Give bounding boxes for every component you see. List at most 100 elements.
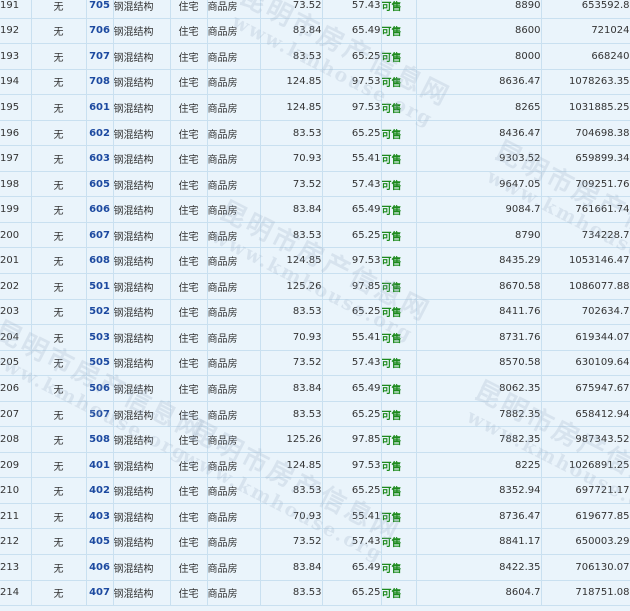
structure-cell: 钢混结构 — [113, 350, 171, 377]
table-row: 199 无 606 钢混结构 住宅 商品房 83.84 65.49 可售 9084.7 761661… — [0, 196, 630, 223]
room-number: 505 — [86, 350, 114, 377]
sale-status: 可售 — [381, 580, 417, 607]
building-area-cell: 70.93 — [260, 503, 323, 530]
unit-price-cell: 8736.47 — [416, 503, 542, 530]
unit-price-cell: 8436.47 — [416, 120, 542, 147]
room-number: 708 — [86, 69, 114, 96]
total-price-cell: 987343.52 — [541, 426, 630, 453]
table-row: 213 无 406 钢混结构 住宅 商品房 83.84 65.49 可售 8422.35 70613… — [0, 554, 630, 581]
usage-cell: 住宅 — [170, 375, 208, 402]
row-number: 201 — [0, 247, 32, 275]
total-price-cell: 761661.74 — [541, 196, 630, 223]
usage-cell: 住宅 — [170, 426, 208, 453]
row-number: 211 — [0, 503, 32, 530]
housing-type-cell: 商品房 — [207, 554, 261, 581]
structure-cell: 钢混结构 — [113, 145, 171, 172]
housing-type-cell: 商品房 — [207, 120, 261, 147]
row-number: 196 — [0, 120, 32, 147]
table-row: 191 无 705 钢混结构 住宅 商品房 73.52 57.43 可售 8890 653592.8 — [0, 0, 630, 19]
unit-price-cell: 8604.7 — [416, 580, 542, 607]
no-mark-cell: 无 — [31, 452, 87, 479]
row-number: 208 — [0, 426, 32, 453]
housing-type-cell: 商品房 — [207, 401, 261, 428]
table-row: 192 无 706 钢混结构 住宅 商品房 83.84 65.49 可售 8600 721024 — [0, 18, 630, 45]
unit-price-cell: 7882.35 — [416, 426, 542, 453]
inner-area-cell: 65.49 — [322, 18, 382, 45]
inner-area-cell: 55.41 — [322, 145, 382, 172]
room-number: 407 — [86, 580, 114, 607]
structure-cell: 钢混结构 — [113, 273, 171, 300]
housing-type-cell: 商品房 — [207, 299, 261, 326]
housing-type-cell: 商品房 — [207, 528, 261, 556]
no-mark-cell: 无 — [31, 554, 87, 581]
inner-area-cell: 65.49 — [322, 196, 382, 223]
table-row: 202 无 501 钢混结构 住宅 商品房 125.26 97.85 可售 8670.58 1086… — [0, 273, 630, 300]
inner-area-cell: 65.25 — [322, 477, 382, 504]
sale-status: 可售 — [381, 350, 417, 377]
sale-status: 可售 — [381, 452, 417, 479]
sale-status: 可售 — [381, 503, 417, 530]
structure-cell: 钢混结构 — [113, 580, 171, 607]
table-row: 193 无 707 钢混结构 住宅 商品房 83.53 65.25 可售 8000 668240 — [0, 43, 630, 70]
sale-status: 可售 — [381, 554, 417, 581]
inner-area-cell: 57.43 — [322, 528, 382, 556]
no-mark-cell: 无 — [31, 580, 87, 607]
table-row: 206 无 506 钢混结构 住宅 商品房 83.84 65.49 可售 8062.35 67594… — [0, 375, 630, 402]
no-mark-cell: 无 — [31, 222, 87, 249]
inner-area-cell: 55.41 — [322, 503, 382, 530]
inner-area-cell: 97.53 — [322, 247, 382, 275]
row-number: 192 — [0, 18, 32, 45]
housing-type-cell: 商品房 — [207, 145, 261, 172]
usage-cell: 住宅 — [170, 247, 208, 275]
unit-price-cell: 8570.58 — [416, 350, 542, 377]
usage-cell: 住宅 — [170, 401, 208, 428]
usage-cell: 住宅 — [170, 554, 208, 581]
structure-cell: 钢混结构 — [113, 69, 171, 96]
row-number: 214 — [0, 580, 32, 607]
structure-cell: 钢混结构 — [113, 18, 171, 45]
sale-status: 可售 — [381, 18, 417, 45]
sale-status: 可售 — [381, 273, 417, 300]
usage-cell: 住宅 — [170, 324, 208, 351]
housing-type-cell: 商品房 — [207, 503, 261, 530]
sale-status: 可售 — [381, 222, 417, 249]
table-row: 201 无 608 钢混结构 住宅 商品房 124.85 97.53 可售 8435.29 1053… — [0, 247, 630, 275]
sale-status: 可售 — [381, 43, 417, 70]
building-area-cell: 73.52 — [260, 528, 323, 556]
total-price-cell: 1031885.25 — [541, 94, 630, 121]
unit-price-cell: 8062.35 — [416, 375, 542, 402]
usage-cell: 住宅 — [170, 69, 208, 96]
inner-area-cell: 57.43 — [322, 0, 382, 19]
building-area-cell: 83.53 — [260, 43, 323, 70]
housing-type-cell: 商品房 — [207, 69, 261, 96]
inner-area-cell: 65.25 — [322, 222, 382, 249]
building-area-cell: 73.52 — [260, 171, 323, 198]
row-number: 194 — [0, 69, 32, 96]
total-price-cell: 706130.07 — [541, 554, 630, 581]
total-price-cell: 619677.85 — [541, 503, 630, 530]
table-row: 211 无 403 钢混结构 住宅 商品房 70.93 55.41 可售 8736.47 61967… — [0, 503, 630, 530]
total-price-cell: 675947.67 — [541, 375, 630, 402]
sale-status: 可售 — [381, 528, 417, 556]
total-price-cell: 721024 — [541, 18, 630, 45]
inner-area-cell: 97.85 — [322, 273, 382, 300]
no-mark-cell: 无 — [31, 171, 87, 198]
unit-price-cell: 8670.58 — [416, 273, 542, 300]
usage-cell: 住宅 — [170, 18, 208, 45]
usage-cell: 住宅 — [170, 528, 208, 556]
no-mark-cell: 无 — [31, 18, 87, 45]
inner-area-cell: 65.25 — [322, 580, 382, 607]
structure-cell: 钢混结构 — [113, 222, 171, 249]
building-area-cell: 83.84 — [260, 196, 323, 223]
no-mark-cell: 无 — [31, 196, 87, 223]
total-price-cell: 1053146.47 — [541, 247, 630, 275]
table-row: 195 无 601 钢混结构 住宅 商品房 124.85 97.53 可售 8265 1031885… — [0, 94, 630, 121]
unit-price-cell: 8265 — [416, 94, 542, 121]
row-number: 209 — [0, 452, 32, 479]
total-price-cell: 697721.17 — [541, 477, 630, 504]
sale-status: 可售 — [381, 375, 417, 402]
structure-cell: 钢混结构 — [113, 94, 171, 121]
housing-type-cell: 商品房 — [207, 196, 261, 223]
usage-cell: 住宅 — [170, 452, 208, 479]
housing-type-cell: 商品房 — [207, 247, 261, 275]
